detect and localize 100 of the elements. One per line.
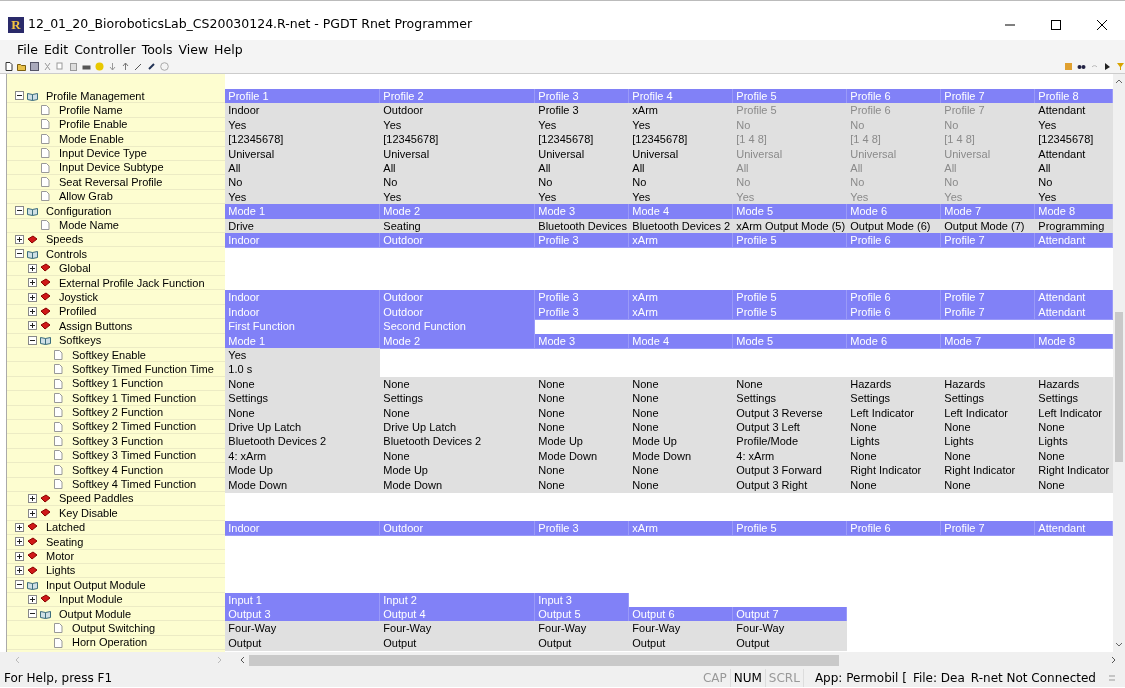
status-indicator: CAP [699, 668, 731, 687]
page-icon [53, 378, 64, 389]
open-folder-icon[interactable] [17, 61, 26, 71]
menu-item[interactable]: Edit [40, 40, 72, 59]
page-icon [53, 349, 64, 360]
tree-item[interactable]: Key Disable [7, 506, 226, 521]
expand-icon[interactable] [15, 235, 24, 245]
menu-item[interactable]: Tools [138, 40, 176, 59]
collapse-icon[interactable] [15, 206, 24, 216]
tree-item[interactable]: Assign Buttons [7, 319, 226, 334]
tree-item[interactable]: Softkey 3 Timed Function [7, 448, 226, 464]
collapse-icon[interactable] [15, 580, 24, 590]
grid-cell: Profile 3 [535, 103, 630, 119]
tree-item[interactable]: Softkeys [7, 333, 226, 349]
tree-item[interactable]: Seating [7, 535, 226, 550]
save-icon[interactable] [30, 61, 39, 71]
tree-item[interactable]: Input Module [7, 592, 226, 608]
column-header: Input 2 [380, 592, 536, 609]
menu-item[interactable]: File [14, 40, 41, 59]
tree-item[interactable]: Softkey Enable [7, 348, 226, 363]
tree-item[interactable]: Speeds [7, 232, 226, 248]
menu-item[interactable]: View [175, 40, 212, 59]
tree-item[interactable]: Output Module [7, 607, 226, 622]
menu-item[interactable]: Help [211, 40, 246, 59]
scroll-right-icon[interactable] [1111, 656, 1117, 664]
tree-item[interactable]: Joystick [7, 290, 226, 305]
tree-item[interactable]: Softkey 2 Timed Function [7, 420, 226, 435]
column-header: Profile 7 [941, 290, 1036, 306]
tree-item[interactable]: Mode Name [7, 218, 226, 233]
tree-item[interactable]: Input Output Module [7, 578, 226, 593]
scroll-up-icon[interactable] [1115, 78, 1124, 84]
tree-item[interactable]: Profile Management [7, 89, 226, 104]
tree-item[interactable]: Horn Operation [7, 635, 226, 651]
expand-icon[interactable] [28, 494, 37, 504]
page-icon [53, 392, 64, 403]
tree-item[interactable]: Softkey 4 Function [7, 463, 226, 478]
tree-item[interactable]: Lights [7, 563, 226, 579]
tree-item[interactable]: Output Switching [7, 621, 226, 636]
tree-item[interactable]: Motor [7, 549, 226, 564]
page-icon [40, 191, 51, 202]
collapse-icon[interactable] [28, 609, 37, 619]
tree-item[interactable]: External Profile Jack Function [7, 276, 226, 291]
tree-item[interactable]: Profile Enable [7, 117, 226, 133]
page-icon [53, 464, 64, 475]
vertical-scrollbar[interactable] [1113, 74, 1125, 652]
menu-item[interactable]: Controller [71, 40, 139, 59]
tree-item[interactable]: Softkey 1 Function [7, 376, 226, 392]
column-header: Mode 6 [847, 333, 942, 350]
pointer-icon[interactable] [1103, 61, 1112, 71]
status-text: R-net Not Connected [969, 669, 1097, 687]
expand-icon[interactable] [15, 522, 24, 532]
down-arrow-icon[interactable] [108, 61, 117, 71]
tree-item[interactable]: Allow Grab [7, 189, 226, 205]
grid-cell: Settings [941, 391, 1036, 407]
scroll-thumb[interactable] [1115, 312, 1123, 462]
column-header: Input 1 [225, 592, 381, 609]
tree-item[interactable]: Profiled [7, 304, 226, 320]
tree-item[interactable]: Profile Name [7, 103, 226, 118]
tree-item[interactable]: Input Device Subtype [7, 160, 226, 176]
collapse-icon[interactable] [15, 249, 24, 259]
tree-item[interactable]: Speed Paddles [7, 491, 226, 507]
scroll-thumb[interactable] [249, 654, 839, 666]
expand-icon[interactable] [28, 292, 37, 302]
tree-item[interactable]: Softkey 4 Timed Function [7, 477, 226, 492]
grid-cell: Four-Way [733, 621, 848, 637]
expand-icon[interactable] [28, 321, 37, 331]
up-arrow-icon[interactable] [121, 61, 130, 71]
tree-item[interactable]: Latched [7, 520, 226, 536]
grid-cell: Bluetooth Devices 2 [380, 434, 536, 450]
collapse-icon[interactable] [28, 335, 37, 345]
expand-icon[interactable] [28, 263, 37, 273]
collapse-icon[interactable] [15, 91, 24, 101]
grid-cell: xArm [629, 103, 734, 119]
tree-item[interactable]: Controls [7, 247, 226, 262]
tree-item[interactable]: Softkey 1 Timed Function [7, 391, 226, 406]
expand-icon[interactable] [28, 594, 37, 604]
tree-item[interactable]: Seat Reversal Profile [7, 175, 226, 190]
tree-item[interactable]: Mode Enable [7, 132, 226, 147]
expand-icon[interactable] [15, 566, 24, 576]
expand-icon[interactable] [28, 307, 37, 317]
new-file-icon[interactable] [4, 61, 13, 71]
tree-item[interactable]: Softkey Timed Function Time [7, 362, 226, 377]
scroll-down-icon[interactable] [1115, 642, 1124, 648]
open-book-icon [27, 249, 38, 259]
tree-item[interactable]: Global [7, 261, 226, 277]
tree-item[interactable]: Input Device Type [7, 146, 226, 161]
tree-item[interactable]: Softkey 3 Function [7, 434, 226, 449]
grid-cell: No [380, 175, 536, 191]
tree-item[interactable]: Configuration [7, 204, 226, 219]
scroll-left-icon[interactable] [239, 656, 245, 664]
column-header: Second Function [380, 319, 536, 335]
status-indicator: SCRL [765, 668, 804, 687]
expand-icon[interactable] [28, 508, 37, 518]
expand-icon[interactable] [15, 537, 24, 547]
tree-item[interactable]: Softkey 2 Function [7, 405, 226, 420]
grid-cell: Lights [1035, 434, 1114, 450]
expand-icon[interactable] [15, 551, 24, 561]
column-header: Attendant [1035, 520, 1114, 537]
grid-cell: Lights [941, 434, 1036, 450]
expand-icon[interactable] [28, 278, 37, 288]
